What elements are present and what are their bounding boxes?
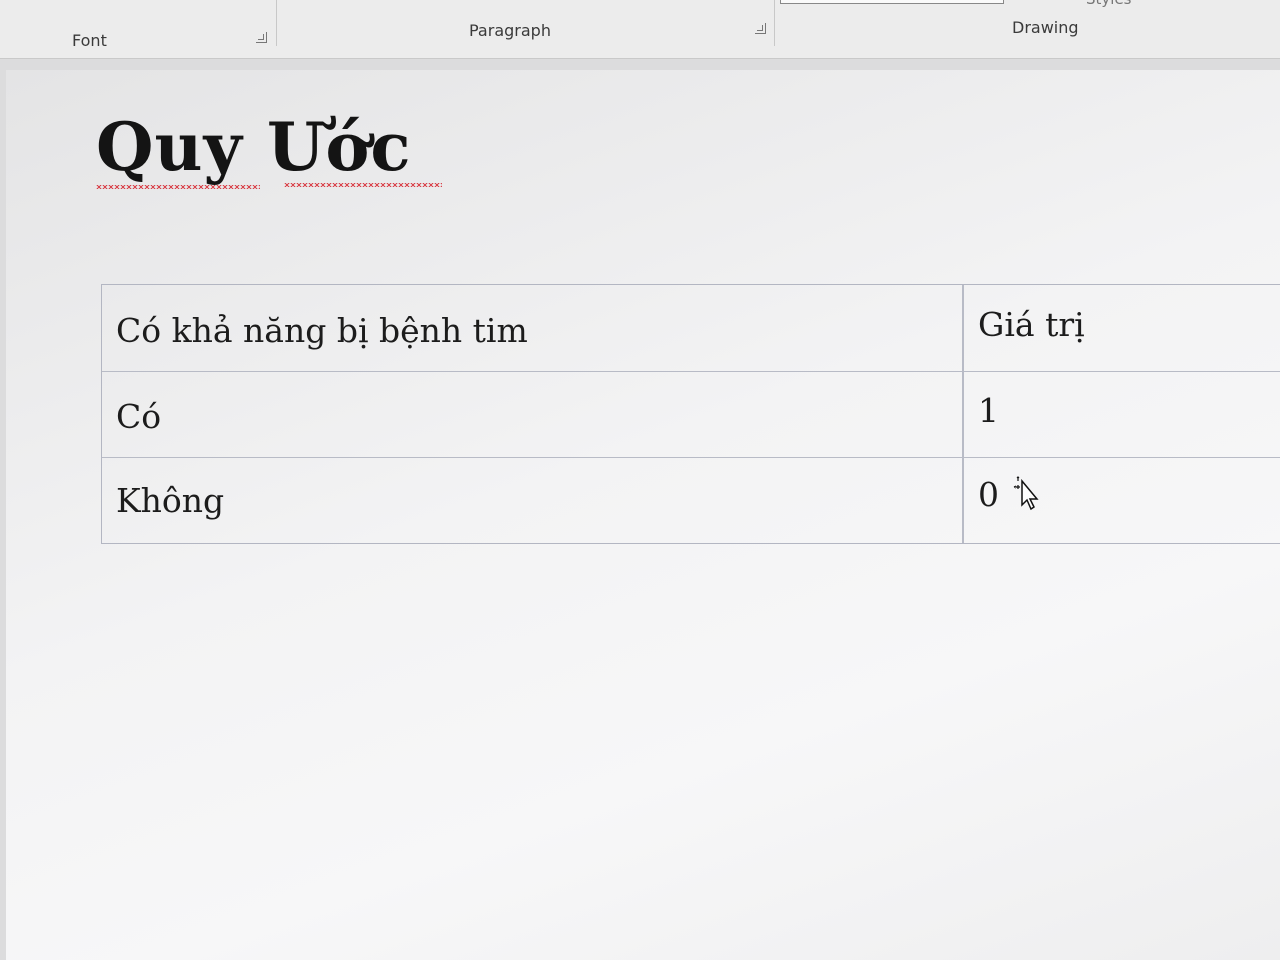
ribbon-group-font-label: Font [72, 31, 107, 50]
table-row: Không 0 [102, 457, 1280, 543]
table-cell[interactable]: 1 [978, 391, 999, 430]
table-cell[interactable]: Không [116, 481, 224, 520]
paragraph-dialog-launcher-icon[interactable] [755, 23, 766, 34]
move-cursor-icon [1013, 476, 1039, 511]
spellcheck-underline [96, 185, 260, 189]
page-title[interactable]: Quy Ước [96, 108, 412, 186]
table-column-divider[interactable] [962, 285, 964, 543]
table-cell[interactable]: Có [116, 397, 161, 436]
ribbon-group-styles-label: Styles [1086, 0, 1132, 8]
font-dialog-launcher-icon[interactable] [256, 32, 267, 43]
styles-gallery[interactable] [780, 0, 1004, 4]
ribbon-group-labels: Font Paragraph Styles Drawing [0, 0, 1280, 59]
spellcheck-underline [284, 183, 442, 187]
table-header-cell[interactable]: Giá trị [978, 305, 1085, 344]
data-table: Có khả năng bị bệnh tim Giá trị Có 1 Khô… [101, 284, 1280, 544]
ribbon-separator [276, 0, 277, 46]
ribbon-separator [774, 0, 775, 46]
table-row: Có 1 [102, 371, 1280, 458]
table-header-cell[interactable]: Có khả năng bị bệnh tim [116, 311, 528, 350]
ribbon-group-paragraph-label: Paragraph [469, 21, 551, 40]
ribbon-group-drawing-label: Drawing [1012, 18, 1079, 37]
table-header-row: Có khả năng bị bệnh tim Giá trị [102, 285, 1280, 372]
table-cell[interactable]: 0 [978, 475, 999, 514]
